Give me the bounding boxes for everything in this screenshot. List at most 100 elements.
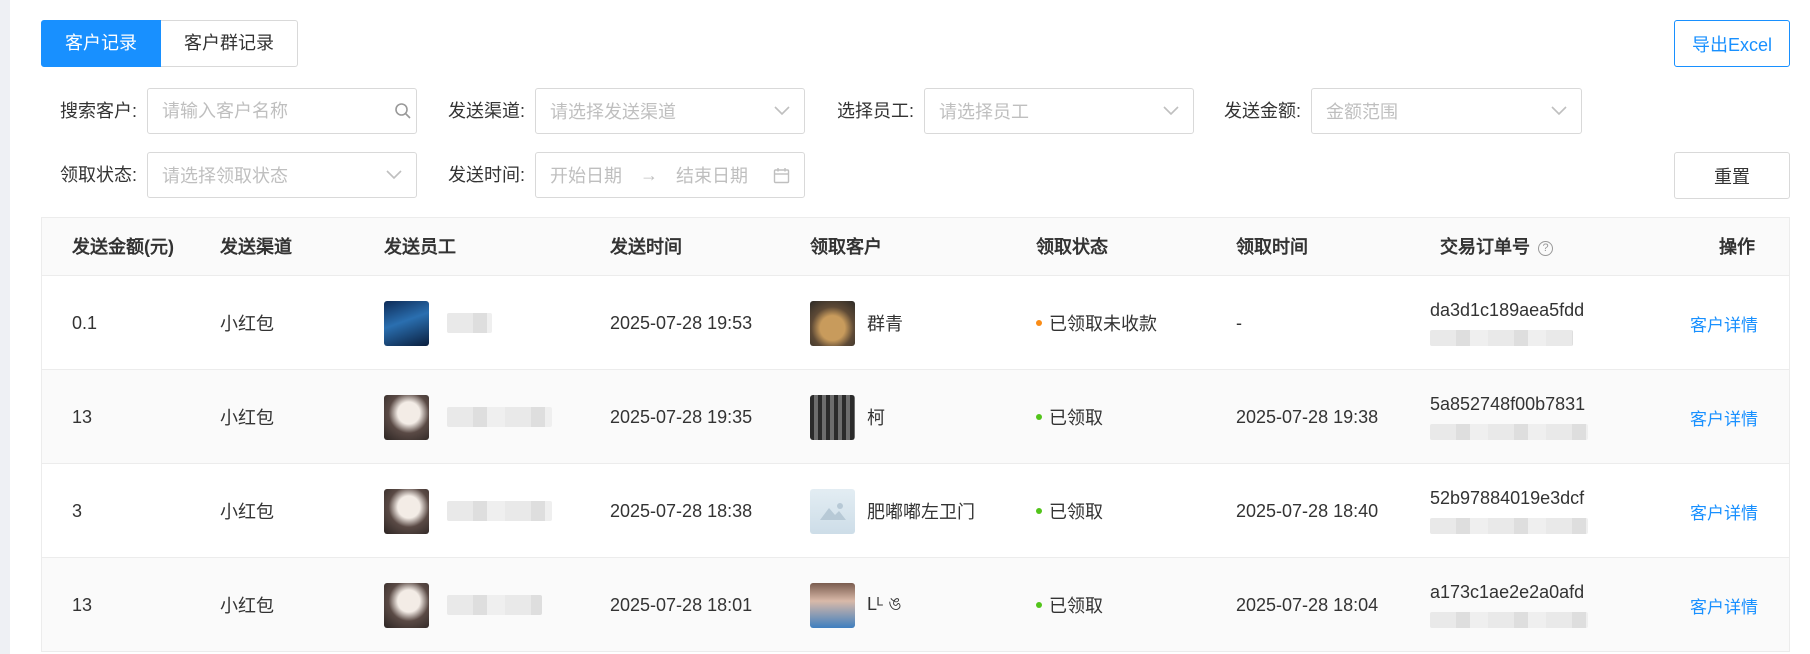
customer-avatar xyxy=(810,488,855,534)
column-header: 发送金额(元) xyxy=(72,237,174,257)
column-header: 操作 xyxy=(1719,237,1755,257)
customer-name: 肥嘟嘟左卫门 xyxy=(867,502,975,522)
action-cell: 客户详情 xyxy=(1690,370,1758,464)
date-range-picker[interactable]: 开始日期 → 结束日期 xyxy=(535,152,805,198)
tab-customer-records[interactable]: 客户记录 xyxy=(41,20,161,67)
staff-avatar xyxy=(384,300,429,346)
amount-filter-label: 发送金额: xyxy=(1224,101,1302,121)
chevron-down-icon xyxy=(1163,106,1179,116)
arrow-right-icon: → xyxy=(640,164,658,185)
receive-time-cell: 2025-07-28 18:04 xyxy=(1236,594,1379,615)
calendar-icon xyxy=(773,167,790,184)
table-row: 0.1 小红包 2025-07-28 19:53 群青 已领取未收款 - da3… xyxy=(42,276,1789,370)
status-select[interactable]: 请选择领取状态 xyxy=(147,152,417,198)
amount-select-placeholder: 金额范围 xyxy=(1326,102,1398,122)
start-date-placeholder[interactable]: 开始日期 xyxy=(550,162,622,188)
staff-cell xyxy=(384,370,552,464)
records-table: 发送金额(元) 发送渠道 发送员工 发送时间 领取客户 领取状态 领取时间 交易… xyxy=(41,217,1790,652)
send-time-cell: 2025-07-28 19:53 xyxy=(610,312,753,333)
customer-cell: 柯 xyxy=(810,370,885,464)
channel-cell: 小红包 xyxy=(220,408,274,428)
amount-select[interactable]: 金额范围 xyxy=(1311,88,1582,134)
blurred-order-extra xyxy=(1430,330,1573,346)
status-dot xyxy=(1036,414,1042,420)
send-time-cell: 2025-07-28 18:01 xyxy=(610,594,753,615)
staff-filter-label: 选择员工: xyxy=(837,101,915,121)
status-filter-label: 领取状态: xyxy=(60,165,138,185)
blurred-staff-name xyxy=(447,407,552,427)
staff-avatar xyxy=(384,582,429,628)
customer-search-box xyxy=(147,88,417,134)
staff-avatar xyxy=(384,394,429,440)
status-text: 已领取 xyxy=(1049,502,1103,522)
staff-cell xyxy=(384,464,552,558)
blurred-order-extra xyxy=(1430,518,1588,534)
channel-filter-label: 发送渠道: xyxy=(448,101,526,121)
time-filter-label: 发送时间: xyxy=(448,165,526,185)
customer-detail-link[interactable]: 客户详情 xyxy=(1690,593,1758,618)
order-number: 52b97884019e3dcf xyxy=(1430,488,1585,508)
customer-cell: 群青 xyxy=(810,276,903,370)
status-dot xyxy=(1036,508,1042,514)
blurred-order-extra xyxy=(1430,612,1588,628)
send-time-cell: 2025-07-28 18:38 xyxy=(610,500,753,521)
customer-name: 群青 xyxy=(867,314,903,334)
customer-filter-label: 搜索客户: xyxy=(60,101,138,121)
receive-time-cell: 2025-07-28 19:38 xyxy=(1236,406,1379,427)
table-row: 13 小红包 2025-07-28 18:01 Lᴸ ঙ 已领取 2025-07… xyxy=(42,558,1789,652)
status-cell: 已领取未收款 xyxy=(1036,276,1157,370)
staff-cell xyxy=(384,276,492,370)
left-edge-bar xyxy=(0,0,10,654)
status-cell: 已领取 xyxy=(1036,558,1103,652)
status-cell: 已领取 xyxy=(1036,370,1103,464)
customer-name: 柯 xyxy=(867,408,885,428)
column-header: 领取客户 xyxy=(810,237,882,257)
blurred-order-extra xyxy=(1430,424,1588,440)
status-select-placeholder: 请选择领取状态 xyxy=(162,166,288,186)
blurred-staff-name xyxy=(447,501,552,521)
action-cell: 客户详情 xyxy=(1690,464,1758,558)
customer-detail-link[interactable]: 客户详情 xyxy=(1690,405,1758,430)
amount-cell: 3 xyxy=(72,500,83,521)
chevron-down-icon xyxy=(386,170,402,180)
order-number: a173c1ae2e2a0afd xyxy=(1430,582,1585,602)
customer-avatar xyxy=(810,300,855,346)
staff-avatar xyxy=(384,488,429,534)
channel-select[interactable]: 请选择发送渠道 xyxy=(535,88,805,134)
status-dot xyxy=(1036,320,1042,326)
status-text: 已领取未收款 xyxy=(1049,314,1157,334)
amount-cell: 0.1 xyxy=(72,312,98,333)
send-time-cell: 2025-07-28 19:35 xyxy=(610,406,753,427)
status-text: 已领取 xyxy=(1049,596,1103,616)
channel-cell: 小红包 xyxy=(220,596,274,616)
chevron-down-icon xyxy=(774,106,790,116)
table-row: 13 小红包 2025-07-28 19:35 柯 已领取 2025-07-28… xyxy=(42,370,1789,464)
order-cell: 5a852748f00b7831 xyxy=(1430,370,1588,464)
column-header: 发送时间 xyxy=(610,237,682,257)
status-text: 已领取 xyxy=(1049,408,1103,428)
receive-time-cell: - xyxy=(1236,312,1242,333)
customer-cell: 肥嘟嘟左卫门 xyxy=(810,464,975,558)
order-cell: 52b97884019e3dcf xyxy=(1430,464,1588,558)
tab-group-records[interactable]: 客户群记录 xyxy=(161,20,298,67)
customer-detail-link[interactable]: 客户详情 xyxy=(1690,499,1758,524)
record-tabs: 客户记录 客户群记录 xyxy=(41,20,298,67)
order-number: da3d1c189aea5fdd xyxy=(1430,300,1585,320)
chevron-down-icon xyxy=(1551,106,1567,116)
column-header: 领取状态 xyxy=(1036,237,1108,257)
action-cell: 客户详情 xyxy=(1690,276,1758,370)
order-cell: da3d1c189aea5fdd xyxy=(1430,276,1584,370)
export-excel-button[interactable]: 导出Excel xyxy=(1674,20,1790,67)
order-number: 5a852748f00b7831 xyxy=(1430,394,1586,414)
amount-cell: 13 xyxy=(72,594,93,615)
customer-search-input[interactable] xyxy=(162,100,394,122)
channel-select-placeholder: 请选择发送渠道 xyxy=(550,102,676,122)
blurred-staff-name xyxy=(447,313,492,333)
customer-detail-link[interactable]: 客户详情 xyxy=(1690,311,1758,336)
end-date-placeholder[interactable]: 结束日期 xyxy=(676,162,773,188)
reset-button[interactable]: 重置 xyxy=(1674,152,1790,199)
staff-select[interactable]: 请选择员工 xyxy=(924,88,1194,134)
help-icon[interactable]: ? xyxy=(1538,240,1553,256)
search-icon[interactable] xyxy=(394,102,412,120)
column-header: 领取时间 xyxy=(1236,237,1308,257)
